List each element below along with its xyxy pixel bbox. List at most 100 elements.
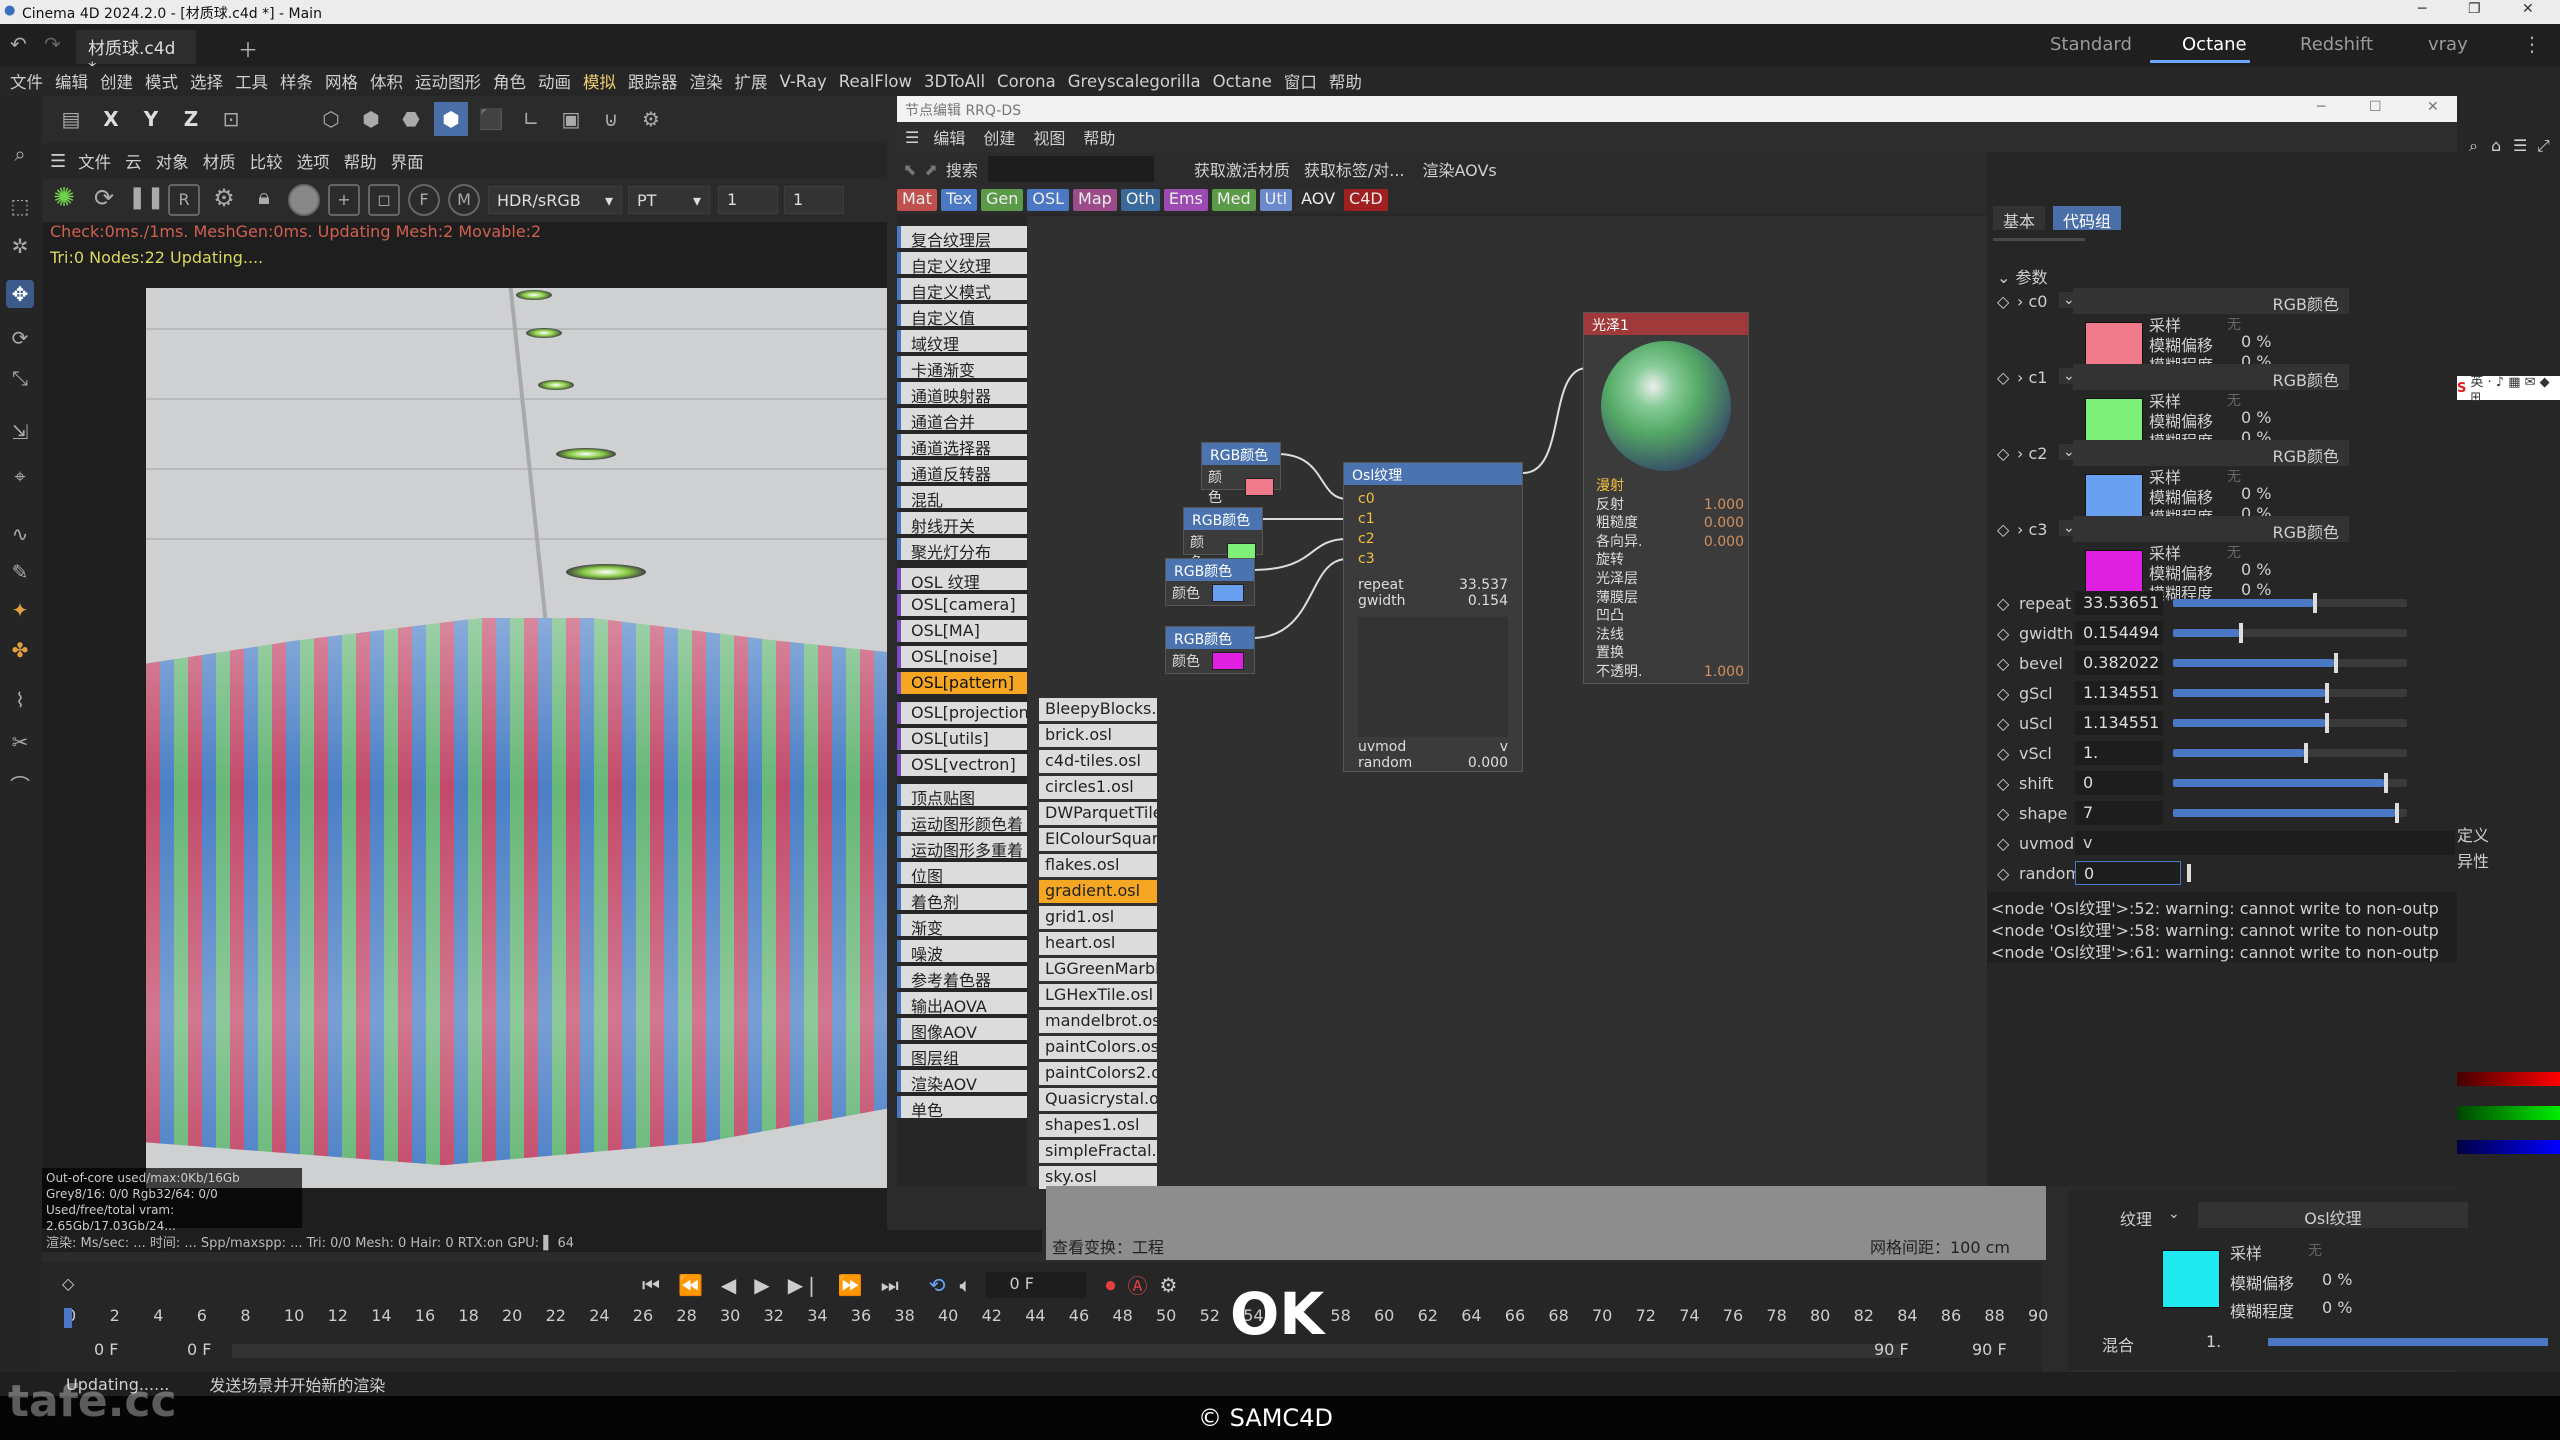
mix-value[interactable]: 1. bbox=[2206, 1332, 2221, 1351]
osl-input-c3[interactable]: c3 bbox=[1358, 549, 1508, 569]
osl-pattern-item[interactable]: LGHexTile.osl bbox=[1039, 984, 1157, 1007]
layout-tab-vray[interactable]: vray bbox=[2428, 34, 2468, 55]
layout-tab-octane[interactable]: Octane bbox=[2182, 34, 2247, 55]
sample-value[interactable]: 无 bbox=[2227, 314, 2241, 334]
menu-edit[interactable]: 编辑 bbox=[55, 69, 88, 93]
node-list-item[interactable]: 参考着色器 bbox=[897, 966, 1027, 988]
random-slider-knob[interactable] bbox=[2187, 864, 2191, 882]
node-list-item[interactable]: OSL[noise] bbox=[897, 646, 1027, 668]
node-list-item[interactable]: OSL[camera] bbox=[897, 594, 1027, 616]
node-list-item[interactable]: 单色 bbox=[897, 1096, 1027, 1118]
node-list-item[interactable]: 混乱 bbox=[897, 486, 1027, 508]
osl-pattern-item[interactable]: LGGreenMarbl bbox=[1039, 958, 1157, 981]
uvmod-dropdown[interactable]: v bbox=[2075, 831, 2455, 855]
region-render-icon[interactable]: R bbox=[168, 184, 200, 216]
blur-offset-value[interactable]: 0 % bbox=[2241, 332, 2271, 351]
sample-value[interactable]: 无 bbox=[2308, 1240, 2322, 1260]
mix-slider[interactable] bbox=[2268, 1338, 2548, 1346]
menu-character[interactable]: 角色 bbox=[493, 69, 526, 93]
param-slider[interactable] bbox=[2173, 623, 2407, 643]
osl-pattern-item[interactable]: paintColors.os bbox=[1039, 1036, 1157, 1059]
kernel-dropdown[interactable]: PT ▾ bbox=[628, 186, 710, 214]
colorspace-dropdown[interactable]: HDR/sRGB ▾ bbox=[488, 186, 622, 214]
param-value-input[interactable]: 33.53651 bbox=[2075, 591, 2163, 615]
node-list-item[interactable]: 自定义纹理 bbox=[897, 252, 1027, 274]
close-icon[interactable]: ✕ bbox=[2427, 99, 2439, 115]
transform-tool-icon[interactable]: ⇲ bbox=[6, 418, 34, 446]
node-list-item[interactable]: 通道合并 bbox=[897, 408, 1027, 430]
param-keyframe-icon[interactable]: ◇ bbox=[1997, 520, 2009, 539]
node-list-item[interactable]: OSL[projection] bbox=[897, 702, 1027, 724]
close-icon[interactable]: ✕ bbox=[2522, 1, 2534, 17]
param-slider-knob[interactable] bbox=[2313, 593, 2318, 613]
menu-create[interactable]: 创建 bbox=[100, 69, 133, 93]
brush-tool-icon[interactable]: ⌇ bbox=[6, 686, 34, 714]
param-slider-knob[interactable] bbox=[2238, 623, 2243, 643]
octane-live-viewer[interactable]: Check:0ms./1ms. MeshGen:0ms. Updating Me… bbox=[42, 222, 887, 1232]
blur-offset-value[interactable]: 0 % bbox=[2241, 560, 2271, 579]
osl-pattern-item[interactable]: brick.osl bbox=[1039, 724, 1157, 747]
maximize-icon[interactable]: ☐ bbox=[2369, 99, 2382, 115]
nw-menu-create[interactable]: 创建 bbox=[983, 125, 1015, 149]
param-expand-label[interactable]: › c3 bbox=[2017, 520, 2047, 539]
vp-menu-materials[interactable]: 材质 bbox=[203, 149, 236, 173]
osl-input-c2[interactable]: c2 bbox=[1358, 529, 1508, 549]
category-tab-aov[interactable]: AOV bbox=[1296, 189, 1341, 211]
param-slider-knob[interactable] bbox=[2325, 683, 2330, 703]
param-type-dropdown[interactable]: RGB颜色 bbox=[2073, 440, 2349, 466]
osl-pattern-item[interactable]: Quasicrystal.o bbox=[1039, 1088, 1157, 1111]
osl-pattern-item[interactable]: DWParquetTile bbox=[1039, 802, 1157, 825]
vp-menu-file[interactable]: 文件 bbox=[78, 149, 111, 173]
osl-pattern-item[interactable]: flakes.osl bbox=[1039, 854, 1157, 877]
sample-value[interactable]: 无 bbox=[2227, 542, 2241, 562]
node-list-item[interactable]: 图层组 bbox=[897, 1044, 1027, 1066]
rotate-tool-icon[interactable]: ⟳ bbox=[6, 324, 34, 352]
menu-animate[interactable]: 动画 bbox=[538, 69, 571, 93]
vp-menu-compare[interactable]: 比较 bbox=[250, 149, 283, 173]
axis-mode-icon[interactable]: ∟ bbox=[514, 102, 548, 136]
node-list-item[interactable]: 顶点贴图 bbox=[897, 784, 1027, 806]
node-list-item[interactable]: 图像AOV bbox=[897, 1018, 1027, 1040]
param-value-input[interactable]: 7 bbox=[2075, 801, 2163, 825]
rgb-node-3[interactable]: RGB颜色 颜色 bbox=[1165, 626, 1255, 674]
vp-menu-options[interactable]: 选项 bbox=[297, 149, 330, 173]
restart-render-icon[interactable]: ⟳ bbox=[88, 184, 120, 216]
range-end-field[interactable]: 90 F bbox=[1972, 1340, 2007, 1359]
param-keyframe-icon[interactable]: ◇ bbox=[1997, 684, 2011, 703]
osl-pattern-item[interactable]: grid1.osl bbox=[1039, 906, 1157, 929]
minimize-icon[interactable]: ─ bbox=[2317, 99, 2325, 115]
new-tab-plus-icon[interactable]: ＋ bbox=[238, 34, 258, 63]
playhead[interactable] bbox=[64, 1308, 72, 1328]
param-keyframe-icon[interactable]: ◇ bbox=[1997, 804, 2011, 823]
vp-menu-objects[interactable]: 对象 bbox=[156, 149, 189, 173]
sculpt-tool-icon[interactable]: ✦ bbox=[6, 596, 34, 624]
nav-back-icon[interactable]: ⬉ bbox=[903, 160, 916, 179]
random-input[interactable]: 0 bbox=[2075, 861, 2181, 885]
magnet-tool-icon[interactable]: ⌒ bbox=[6, 772, 34, 800]
scale-tool-icon[interactable]: ⤡ bbox=[6, 364, 34, 392]
add-icon[interactable]: + bbox=[328, 184, 360, 216]
glossy-material-node[interactable]: 光泽1 漫射 反射 1.000 粗糙度 0.000 各向异. 0.000 旋转 光泽层 薄膜层 凹凸… bbox=[1583, 312, 1749, 684]
redo-icon[interactable]: ↷ bbox=[44, 32, 61, 56]
menu-tools[interactable]: 工具 bbox=[235, 69, 268, 93]
node-list-item[interactable]: 位图 bbox=[897, 862, 1027, 884]
ime-language-icon[interactable]: 英 · ♪ ▦ ✉ ◆ ⊞ bbox=[2470, 371, 2560, 405]
menu-mode[interactable]: 模式 bbox=[145, 69, 178, 93]
menu-vray[interactable]: V-Ray bbox=[780, 72, 827, 91]
tab-code-group[interactable]: 代码组 bbox=[2053, 206, 2122, 231]
nw-menu-view[interactable]: 视图 bbox=[1033, 125, 1065, 149]
node-list-item[interactable]: 复合纹理层 bbox=[897, 226, 1027, 248]
param-keyframe-icon[interactable]: ◇ bbox=[1997, 774, 2011, 793]
param-keyframe-icon[interactable]: ◇ bbox=[1997, 444, 2009, 463]
layout-tab-redshift[interactable]: Redshift bbox=[2300, 34, 2373, 55]
osl-texture-node[interactable]: Osl纹理 c0 c1 c2 c3 repeat 33.537 gwidth 0.1… bbox=[1343, 462, 1523, 772]
preview-end-field[interactable]: 90 F bbox=[1874, 1340, 1909, 1359]
menu-realflow[interactable]: RealFlow bbox=[839, 72, 912, 91]
param-keyframe-icon[interactable]: ◇ bbox=[1997, 744, 2011, 763]
blur-offset-value[interactable]: 0 % bbox=[2241, 408, 2271, 427]
minimize-icon[interactable]: ─ bbox=[2418, 1, 2426, 17]
rgb-node-1[interactable]: RGB颜色 颜色 bbox=[1183, 507, 1263, 571]
lock-y-button[interactable]: Y bbox=[134, 102, 168, 136]
home-icon[interactable]: ⌂ bbox=[2491, 136, 2501, 155]
menu-spline[interactable]: 样条 bbox=[280, 69, 313, 93]
